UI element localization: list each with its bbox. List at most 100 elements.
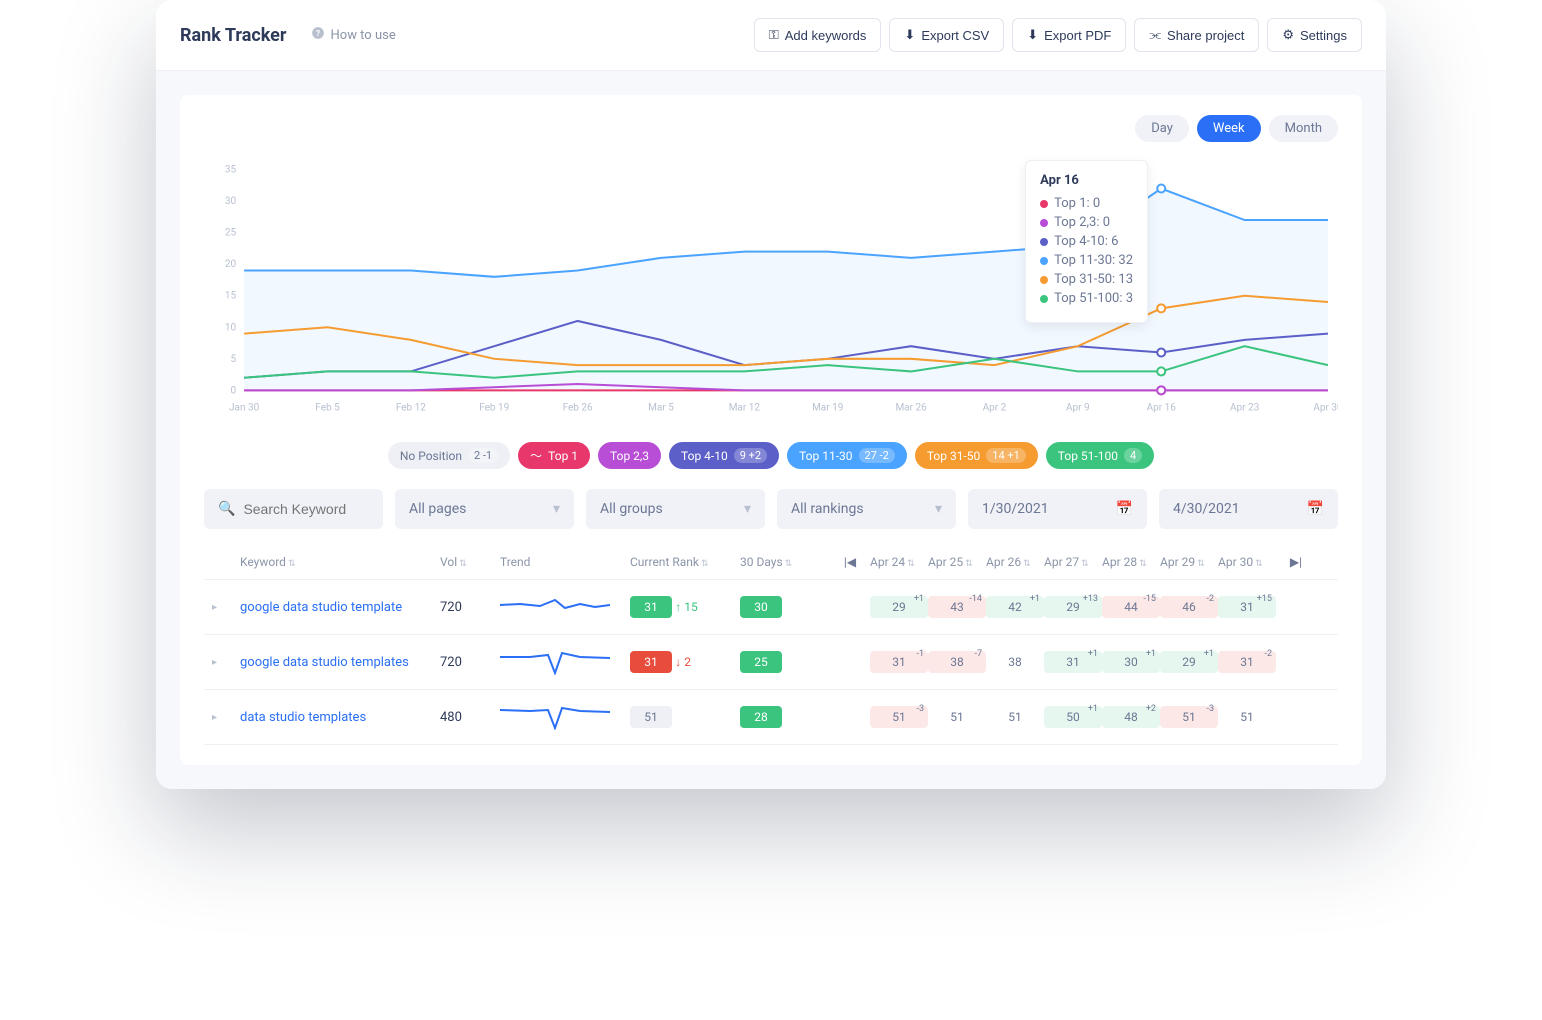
rankings-table: Keyword⇅ Vol⇅ Trend Current Rank⇅ 30 Day… (204, 545, 1338, 745)
download-icon: ⬇ (904, 27, 915, 43)
th-30days[interactable]: 30 Days⇅ (740, 555, 830, 569)
current-rank-cell: 31 ↑ 15 (630, 596, 740, 618)
all-rankings-select[interactable]: All rankings ▾ (777, 489, 956, 529)
expand-row[interactable]: ▸ (212, 602, 240, 613)
svg-text:10: 10 (225, 322, 237, 333)
th-day[interactable]: Apr 25⇅ (928, 555, 986, 569)
svg-text:Feb 19: Feb 19 (479, 402, 509, 413)
table-row: ▸ data studio templates 480 51 28 -35151… (204, 690, 1338, 745)
legend-dot (1040, 238, 1048, 246)
all-groups-select[interactable]: All groups ▾ (586, 489, 765, 529)
share-icon: ⫘ (1149, 27, 1161, 43)
current-rank-cell: 51 (630, 706, 740, 728)
day-cell: +130 (1102, 651, 1160, 673)
svg-text:Mar 12: Mar 12 (729, 402, 761, 413)
day-cell: 51 (928, 706, 986, 728)
day-cell: -246 (1160, 596, 1218, 618)
search-field[interactable] (243, 501, 369, 517)
th-day[interactable]: Apr 30⇅ (1218, 555, 1276, 569)
download-icon: ⬇ (1027, 27, 1038, 43)
settings-button[interactable]: ⚙ Settings (1267, 18, 1362, 52)
export-csv-button[interactable]: ⬇ Export CSV (889, 18, 1004, 52)
svg-text:Apr 23: Apr 23 (1230, 402, 1259, 413)
tooltip-row: Top 51-100: 3 (1040, 291, 1133, 306)
chart-area: 05101520253035Jan 30Feb 5Feb 12Feb 19Feb… (204, 150, 1338, 430)
how-to-use-button[interactable]: ? How to use (311, 26, 396, 44)
day-cell: +1531 (1218, 596, 1276, 618)
date-from-input[interactable]: 1/30/2021 📅 (968, 489, 1147, 529)
tooltip-row: Top 4-10: 6 (1040, 234, 1133, 249)
day-cell: -351 (870, 706, 928, 728)
svg-text:5: 5 (230, 354, 236, 365)
current-rank-cell: 31 ↓ 2 (630, 651, 740, 673)
legend-item[interactable]: Top 11-3027 -2 (787, 442, 907, 469)
svg-text:30: 30 (225, 196, 237, 207)
th-day[interactable]: Apr 29⇅ (1160, 555, 1218, 569)
svg-text:Apr 2: Apr 2 (983, 402, 1007, 413)
th-current-rank[interactable]: Current Rank⇅ (630, 555, 740, 569)
nav-next[interactable]: ▶| (1276, 555, 1316, 569)
period-week[interactable]: Week (1197, 115, 1261, 142)
legend: No Position2 -1 〜Top 1 Top 2,3 Top 4-109 +2… (204, 442, 1338, 469)
calendar-icon: 📅 (1307, 501, 1324, 517)
legend-item[interactable]: No Position2 -1 (388, 442, 510, 469)
th-day[interactable]: Apr 28⇅ (1102, 555, 1160, 569)
th-day[interactable]: Apr 27⇅ (1044, 555, 1102, 569)
th-keyword[interactable]: Keyword⇅ (240, 555, 440, 569)
legend-item[interactable]: Top 2,3 (598, 442, 661, 469)
day-cell: +131 (1044, 651, 1102, 673)
keyword-link[interactable]: data studio templates (240, 710, 440, 725)
period-day[interactable]: Day (1135, 115, 1189, 142)
tooltip-row: Top 1: 0 (1040, 196, 1133, 211)
svg-text:35: 35 (225, 165, 237, 176)
th-day[interactable]: Apr 26⇅ (986, 555, 1044, 569)
th-vol[interactable]: Vol⇅ (440, 555, 500, 569)
share-project-button[interactable]: ⫘ Share project (1134, 18, 1259, 52)
svg-text:20: 20 (225, 259, 237, 270)
legend-item[interactable]: Top 51-1004 (1046, 442, 1154, 469)
svg-text:?: ? (315, 28, 319, 38)
expand-row[interactable]: ▸ (212, 657, 240, 668)
day-cell: +150 (1044, 706, 1102, 728)
all-pages-select[interactable]: All pages ▾ (395, 489, 574, 529)
day-cell: +142 (986, 596, 1044, 618)
days30-cell: 25 (740, 651, 830, 673)
day-cell: +129 (1160, 651, 1218, 673)
day-cell: -738 (928, 651, 986, 673)
legend-dot (1040, 295, 1048, 303)
day-cell: +1329 (1044, 596, 1102, 618)
legend-dot (1040, 219, 1048, 227)
th-trend: Trend (500, 555, 630, 569)
day-cell: -1544 (1102, 596, 1160, 618)
keyword-link[interactable]: google data studio template (240, 600, 440, 615)
keyword-link[interactable]: google data studio templates (240, 655, 440, 670)
legend-dot (1040, 276, 1048, 284)
header: Rank Tracker ? How to use ⚿ Add keywords… (156, 0, 1386, 71)
filters-row: 🔍 All pages ▾ All groups ▾ All rankings … (204, 489, 1338, 529)
key-icon: ⚿ (769, 27, 779, 43)
expand-row[interactable]: ▸ (212, 712, 240, 723)
table-header: Keyword⇅ Vol⇅ Trend Current Rank⇅ 30 Day… (204, 545, 1338, 580)
day-cell: 51 (986, 706, 1044, 728)
delta-up: ↑ 15 (675, 600, 697, 614)
day-cell: 51 (1218, 706, 1276, 728)
th-day[interactable]: Apr 24⇅ (870, 555, 928, 569)
days30-cell: 28 (740, 706, 830, 728)
chevron-down-icon: ▾ (744, 501, 751, 517)
legend-item[interactable]: 〜Top 1 (518, 442, 590, 469)
day-cell: -1443 (928, 596, 986, 618)
search-keyword-input[interactable]: 🔍 (204, 489, 383, 529)
tooltip-row: Top 31-50: 13 (1040, 272, 1133, 287)
add-keywords-button[interactable]: ⚿ Add keywords (754, 18, 882, 52)
nav-prev[interactable]: |◀ (830, 555, 870, 569)
date-to-input[interactable]: 4/30/2021 📅 (1159, 489, 1338, 529)
day-cell: 38 (986, 651, 1044, 673)
day-cell: -231 (1218, 651, 1276, 673)
svg-text:Feb 12: Feb 12 (396, 402, 426, 413)
period-month[interactable]: Month (1269, 115, 1338, 142)
days30-cell: 30 (740, 596, 830, 618)
legend-item[interactable]: Top 31-5014 +1 (915, 442, 1038, 469)
export-pdf-button[interactable]: ⬇ Export PDF (1012, 18, 1126, 52)
legend-item[interactable]: Top 4-109 +2 (669, 442, 779, 469)
svg-text:Apr 30: Apr 30 (1313, 402, 1338, 413)
